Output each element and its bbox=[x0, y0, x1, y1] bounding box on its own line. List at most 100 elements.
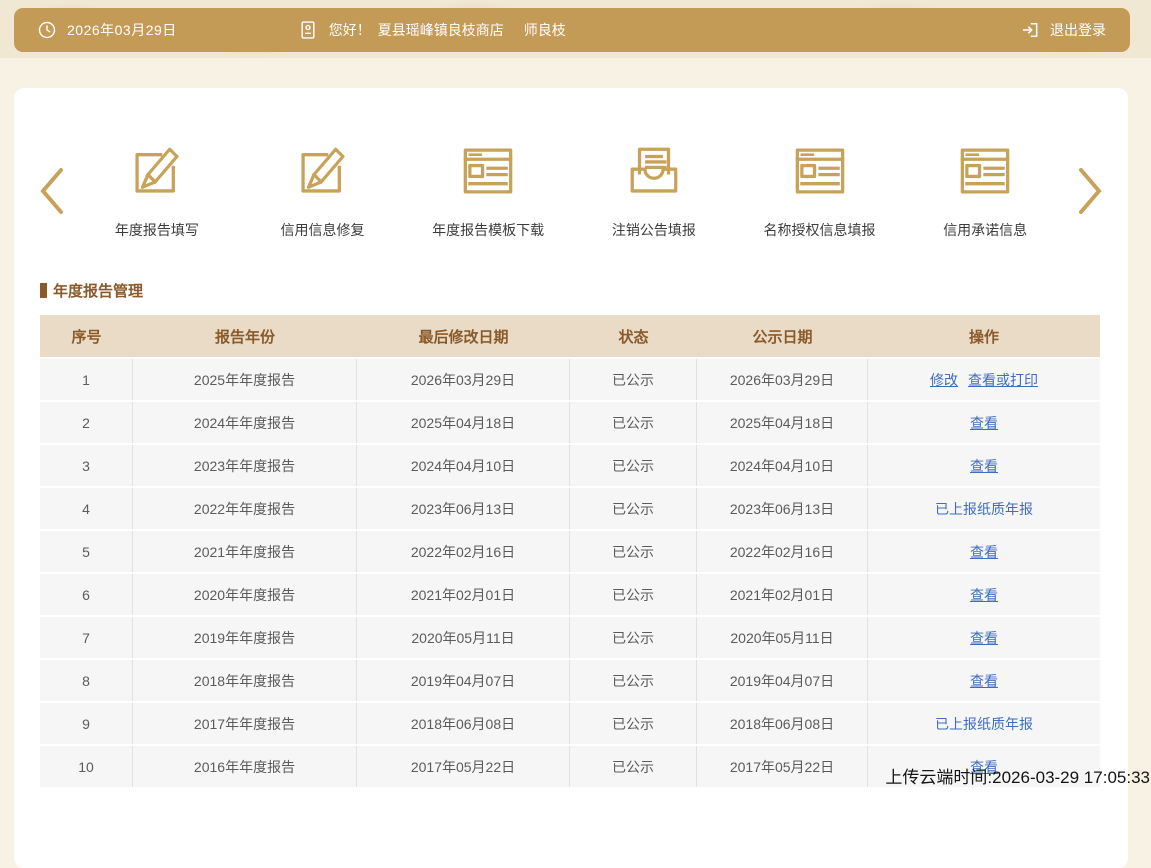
table-row: 6 2020年年度报告 2021年02月01日 已公示 2021年02月01日 … bbox=[40, 574, 1100, 615]
carousel-item-4[interactable]: 注销公告填报 bbox=[571, 142, 737, 240]
greeting-text: 您好！ bbox=[329, 20, 371, 40]
carousel-item-label: 信用承诺信息 bbox=[943, 220, 1027, 240]
column-header-6: 操作 bbox=[868, 315, 1100, 357]
logout-button[interactable]: 退出登录 bbox=[1019, 19, 1106, 41]
cell-status: 已公示 bbox=[570, 574, 697, 615]
cell-status: 已公示 bbox=[570, 617, 697, 658]
cell-modified-date: 2021年02月01日 bbox=[357, 574, 570, 615]
cell-index: 9 bbox=[40, 703, 133, 744]
user-name: 师良枝 bbox=[524, 20, 566, 40]
edit-square-icon bbox=[128, 142, 186, 200]
id-badge-icon bbox=[297, 19, 319, 41]
cell-report-year: 2017年年度报告 bbox=[133, 703, 357, 744]
upload-timestamp-overlay: 上传云端时间:2026-03-29 17:05:33 bbox=[885, 763, 1150, 788]
cell-publish-date: 2017年05月22日 bbox=[697, 746, 868, 787]
table-row: 5 2021年年度报告 2022年02月16日 已公示 2022年02月16日 … bbox=[40, 531, 1100, 572]
cell-actions: 修改查看或打印 bbox=[868, 359, 1100, 400]
chevron-right-icon bbox=[1077, 167, 1103, 215]
column-header-3: 最后修改日期 bbox=[357, 315, 570, 357]
cell-actions: 查看 bbox=[868, 402, 1100, 443]
cell-publish-date: 2022年02月16日 bbox=[697, 531, 868, 572]
cell-index: 10 bbox=[40, 746, 133, 787]
cell-modified-date: 2017年05月22日 bbox=[357, 746, 570, 787]
column-header-5: 公示日期 bbox=[697, 315, 868, 357]
carousel-next-button[interactable] bbox=[1068, 159, 1112, 223]
table-row: 9 2017年年度报告 2018年06月08日 已公示 2018年06月08日 … bbox=[40, 703, 1100, 744]
cell-publish-date: 2024年04月10日 bbox=[697, 445, 868, 486]
table-row: 8 2018年年度报告 2019年04月07日 已公示 2019年04月07日 … bbox=[40, 660, 1100, 701]
cell-status: 已公示 bbox=[570, 703, 697, 744]
cell-publish-date: 2020年05月11日 bbox=[697, 617, 868, 658]
feature-carousel: 年度报告填写 信用信息修复 年度报告模板下载 注销公告填报 名称授权信息填报 信… bbox=[14, 88, 1128, 240]
cell-status: 已公示 bbox=[570, 660, 697, 701]
column-header-2: 报告年份 bbox=[133, 315, 357, 357]
cell-actions: 查看 bbox=[868, 660, 1100, 701]
cell-status: 已公示 bbox=[570, 359, 697, 400]
action-link[interactable]: 查看 bbox=[970, 673, 998, 689]
action-link[interactable]: 查看 bbox=[970, 458, 998, 474]
table-row: 7 2019年年度报告 2020年05月11日 已公示 2020年05月11日 … bbox=[40, 617, 1100, 658]
carousel-item-3[interactable]: 年度报告模板下载 bbox=[405, 142, 571, 240]
cell-modified-date: 2019年04月07日 bbox=[357, 660, 570, 701]
cell-actions: 已上报纸质年报 bbox=[868, 488, 1100, 529]
cell-modified-date: 2022年02月16日 bbox=[357, 531, 570, 572]
section-title-bullet bbox=[40, 283, 47, 298]
carousel-item-6[interactable]: 信用承诺信息 bbox=[902, 142, 1068, 240]
chevron-left-icon bbox=[39, 167, 65, 215]
carousel-prev-button[interactable] bbox=[30, 159, 74, 223]
clock-icon bbox=[36, 19, 58, 41]
cell-index: 6 bbox=[40, 574, 133, 615]
table-row: 1 2025年年度报告 2026年03月29日 已公示 2026年03月29日 … bbox=[40, 359, 1100, 400]
section-title-text: 年度报告管理 bbox=[53, 280, 143, 301]
company-name: 夏县瑶峰镇良枝商店 bbox=[378, 20, 504, 40]
cell-actions: 已上报纸质年报 bbox=[868, 703, 1100, 744]
cell-publish-date: 2018年06月08日 bbox=[697, 703, 868, 744]
cell-status: 已公示 bbox=[570, 402, 697, 443]
carousel-item-label: 注销公告填报 bbox=[612, 220, 696, 240]
table-header-row: 序号报告年份最后修改日期状态公示日期操作 bbox=[40, 315, 1100, 357]
cell-status: 已公示 bbox=[570, 445, 697, 486]
action-link[interactable]: 查看 bbox=[970, 415, 998, 431]
carousel-item-2[interactable]: 信用信息修复 bbox=[240, 142, 406, 240]
cell-modified-date: 2023年06月13日 bbox=[357, 488, 570, 529]
cell-publish-date: 2023年06月13日 bbox=[697, 488, 868, 529]
cell-modified-date: 2018年06月08日 bbox=[357, 703, 570, 744]
action-link[interactable]: 查看 bbox=[970, 587, 998, 603]
carousel-item-5[interactable]: 名称授权信息填报 bbox=[737, 142, 903, 240]
annual-report-table: 序号报告年份最后修改日期状态公示日期操作 1 2025年年度报告 2026年03… bbox=[40, 313, 1100, 789]
cell-publish-date: 2026年03月29日 bbox=[697, 359, 868, 400]
table-row: 3 2023年年度报告 2024年04月10日 已公示 2024年04月10日 … bbox=[40, 445, 1100, 486]
cell-actions: 查看 bbox=[868, 531, 1100, 572]
logout-icon bbox=[1019, 19, 1041, 41]
carousel-item-label: 名称授权信息填报 bbox=[764, 220, 876, 240]
action-link[interactable]: 查看 bbox=[970, 630, 998, 646]
edit-square-icon bbox=[294, 142, 352, 200]
cell-report-year: 2019年年度报告 bbox=[133, 617, 357, 658]
section-title: 年度报告管理 bbox=[40, 280, 1128, 301]
action-link[interactable]: 修改 bbox=[930, 372, 958, 388]
cell-actions: 查看 bbox=[868, 574, 1100, 615]
column-header-1: 序号 bbox=[40, 315, 133, 357]
cell-index: 8 bbox=[40, 660, 133, 701]
column-header-4: 状态 bbox=[570, 315, 697, 357]
cell-status: 已公示 bbox=[570, 488, 697, 529]
cell-index: 5 bbox=[40, 531, 133, 572]
table-row: 4 2022年年度报告 2023年06月13日 已公示 2023年06月13日 … bbox=[40, 488, 1100, 529]
browser-doc-icon bbox=[459, 142, 517, 200]
browser-doc-icon bbox=[791, 142, 849, 200]
browser-doc-icon bbox=[956, 142, 1014, 200]
action-link[interactable]: 查看 bbox=[970, 544, 998, 560]
cell-report-year: 2016年年度报告 bbox=[133, 746, 357, 787]
action-link[interactable]: 查看或打印 bbox=[968, 372, 1038, 388]
table-row: 2 2024年年度报告 2025年04月18日 已公示 2025年04月18日 … bbox=[40, 402, 1100, 443]
logout-label: 退出登录 bbox=[1050, 20, 1106, 40]
cell-report-year: 2024年年度报告 bbox=[133, 402, 357, 443]
carousel-item-label: 信用信息修复 bbox=[281, 220, 365, 240]
cell-modified-date: 2025年04月18日 bbox=[357, 402, 570, 443]
cell-report-year: 2023年年度报告 bbox=[133, 445, 357, 486]
cell-index: 1 bbox=[40, 359, 133, 400]
cell-report-year: 2022年年度报告 bbox=[133, 488, 357, 529]
carousel-item-1[interactable]: 年度报告填写 bbox=[74, 142, 240, 240]
cell-report-year: 2018年年度报告 bbox=[133, 660, 357, 701]
content-panel: 年度报告填写 信用信息修复 年度报告模板下载 注销公告填报 名称授权信息填报 信… bbox=[14, 88, 1128, 868]
